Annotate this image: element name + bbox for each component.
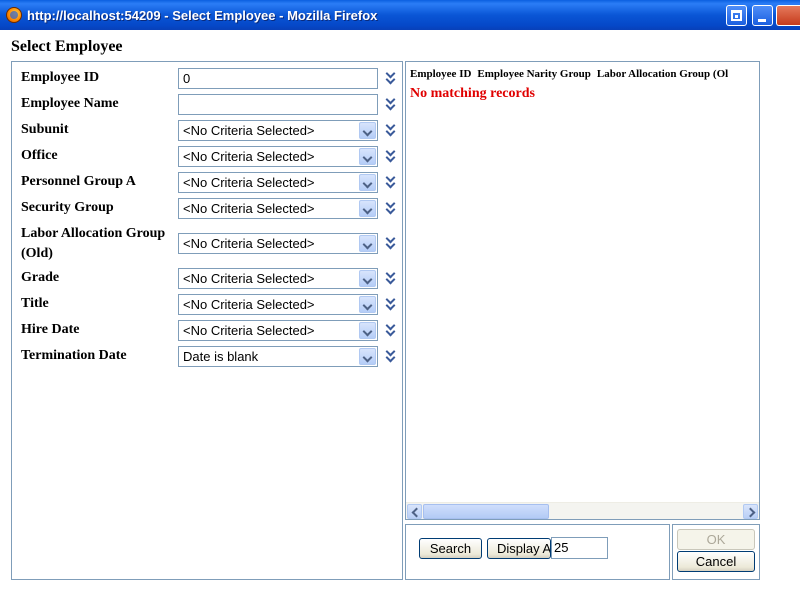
window-titlebar[interactable]: http://localhost:54209 - Select Employee… xyxy=(0,0,800,30)
expand-icon[interactable] xyxy=(384,296,397,312)
expand-icon[interactable] xyxy=(384,270,397,286)
criteria-panel: Employee ID 0 Employee Name Subunit <No … xyxy=(11,61,403,580)
criteria-label: Termination Date xyxy=(21,348,127,363)
chevron-down-icon[interactable] xyxy=(359,296,376,313)
employee-id-input[interactable]: 0 xyxy=(178,68,378,89)
criteria-label: Security Group xyxy=(21,200,114,215)
expand-icon[interactable] xyxy=(384,96,397,112)
window-title: http://localhost:54209 - Select Employee… xyxy=(27,8,378,23)
no-records-message: No matching records xyxy=(410,86,535,101)
horizontal-scrollbar[interactable] xyxy=(406,502,759,519)
select-value: <No Criteria Selected> xyxy=(183,201,315,216)
expand-icon[interactable] xyxy=(384,122,397,138)
expand-icon[interactable] xyxy=(384,148,397,164)
results-panel: Employee ID Employee Narity Group Labor Al… xyxy=(405,61,760,520)
select-value: <No Criteria Selected> xyxy=(183,175,315,190)
chevron-down-icon[interactable] xyxy=(359,235,376,252)
criteria-label: Employee ID xyxy=(21,70,100,85)
expand-icon[interactable] xyxy=(384,200,397,216)
scrollbar-thumb[interactable] xyxy=(423,504,549,519)
termination-date-select[interactable]: Date is blank xyxy=(178,346,378,367)
criteria-label: Employee Name xyxy=(21,96,119,111)
column-header[interactable]: Employee ID xyxy=(410,68,471,80)
grade-select[interactable]: <No Criteria Selected> xyxy=(178,268,378,289)
expand-icon[interactable] xyxy=(384,174,397,190)
results-header: Employee ID Employee Narity Group Labor Al… xyxy=(410,68,734,80)
select-value: <No Criteria Selected> xyxy=(183,236,315,251)
expand-icon[interactable] xyxy=(384,235,397,251)
column-header[interactable]: Employee Narity Group xyxy=(477,68,590,80)
employee-name-input[interactable] xyxy=(178,94,378,115)
select-value: <No Criteria Selected> xyxy=(183,323,315,338)
chevron-down-icon[interactable] xyxy=(359,348,376,365)
expand-icon[interactable] xyxy=(384,348,397,364)
scroll-right-icon[interactable] xyxy=(743,504,758,519)
page-size-input[interactable]: 25 xyxy=(551,537,608,559)
select-value: <No Criteria Selected> xyxy=(183,123,315,138)
expand-icon[interactable] xyxy=(384,322,397,338)
labor-allocation-group-select[interactable]: <No Criteria Selected> xyxy=(178,233,378,254)
select-value: <No Criteria Selected> xyxy=(183,149,315,164)
criteria-label: Personnel Group A xyxy=(21,174,136,189)
criteria-label: Office xyxy=(21,148,58,163)
select-value: <No Criteria Selected> xyxy=(183,271,315,286)
criteria-label: Subunit xyxy=(21,122,69,137)
search-button[interactable]: Search xyxy=(419,538,482,559)
minimize-icon[interactable] xyxy=(752,5,773,26)
dialog-title: Select Employee xyxy=(11,38,123,55)
criteria-label: Hire Date xyxy=(21,322,80,337)
criteria-label: Grade xyxy=(21,270,60,285)
personnel-group-a-select[interactable]: <No Criteria Selected> xyxy=(178,172,378,193)
criteria-label: Labor Allocation Group (Old) xyxy=(21,226,166,261)
security-group-select[interactable]: <No Criteria Selected> xyxy=(178,198,378,219)
scroll-left-icon[interactable] xyxy=(407,504,422,519)
chevron-down-icon[interactable] xyxy=(359,122,376,139)
chevron-down-icon[interactable] xyxy=(359,200,376,217)
display-all-button[interactable]: Display All xyxy=(487,538,551,559)
restore-icon[interactable] xyxy=(726,5,747,26)
select-value: Date is blank xyxy=(183,349,259,364)
subunit-select[interactable]: <No Criteria Selected> xyxy=(178,120,378,141)
firefox-icon xyxy=(6,7,22,23)
select-value: <No Criteria Selected> xyxy=(183,297,315,312)
title-select[interactable]: <No Criteria Selected> xyxy=(178,294,378,315)
chevron-down-icon[interactable] xyxy=(359,174,376,191)
chevron-down-icon[interactable] xyxy=(359,148,376,165)
hire-date-select[interactable]: <No Criteria Selected> xyxy=(178,320,378,341)
chevron-down-icon[interactable] xyxy=(359,270,376,287)
cancel-button[interactable]: Cancel xyxy=(677,551,755,572)
expand-icon[interactable] xyxy=(384,70,397,86)
criteria-label: Title xyxy=(21,296,49,311)
office-select[interactable]: <No Criteria Selected> xyxy=(178,146,378,167)
column-header[interactable]: Labor Allocation Group (Ol xyxy=(597,68,728,80)
close-icon[interactable] xyxy=(776,5,800,26)
chevron-down-icon[interactable] xyxy=(359,322,376,339)
ok-button[interactable]: OK xyxy=(677,529,755,550)
